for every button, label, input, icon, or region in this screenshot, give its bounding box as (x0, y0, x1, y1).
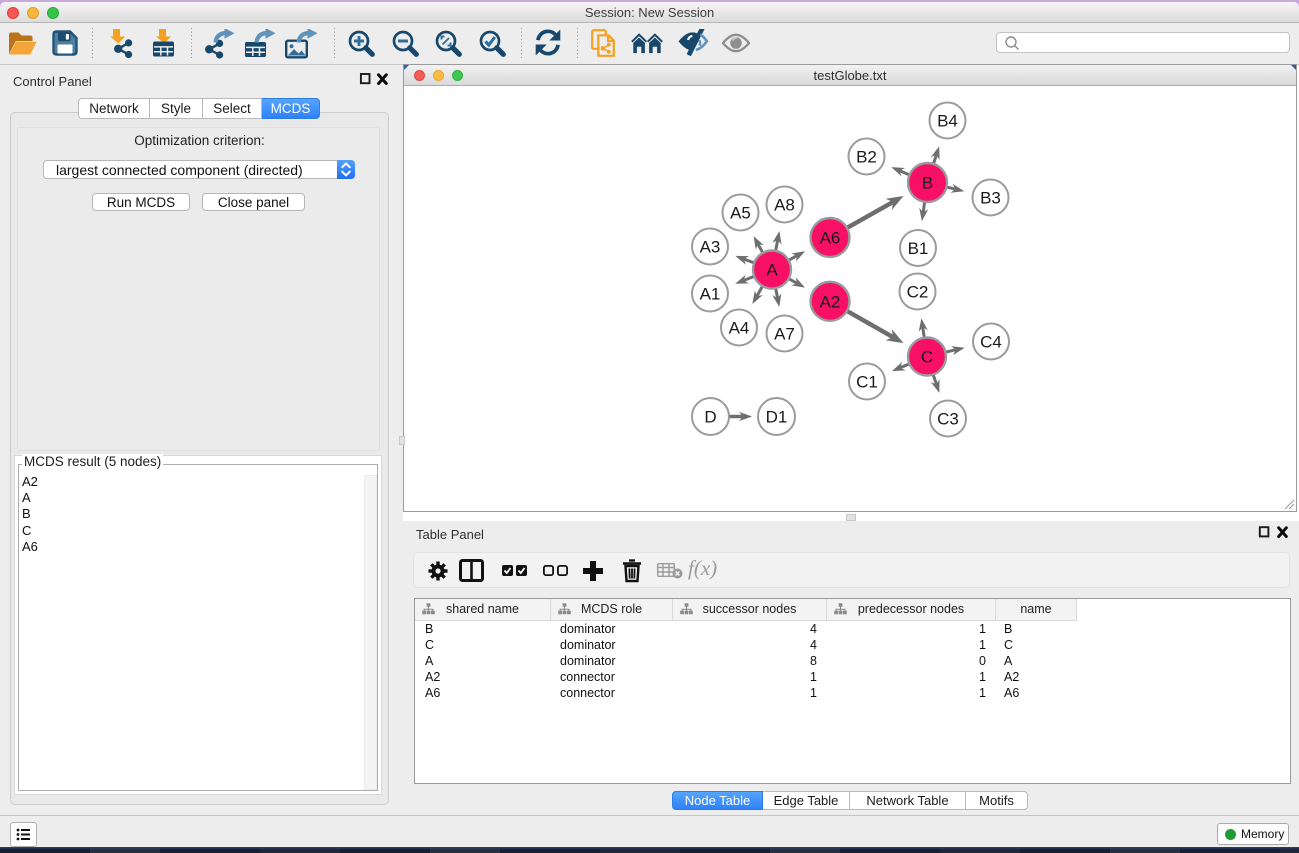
svg-text:B3: B3 (980, 189, 1001, 208)
svg-text:A3: A3 (700, 238, 721, 257)
svg-text:A8: A8 (774, 196, 795, 215)
svg-text:A2: A2 (820, 292, 841, 311)
svg-text:A: A (766, 261, 778, 280)
svg-text:C2: C2 (907, 283, 929, 302)
svg-text:A6: A6 (820, 229, 841, 248)
svg-text:C3: C3 (937, 410, 959, 429)
svg-text:C4: C4 (980, 333, 1002, 352)
svg-text:D1: D1 (766, 408, 788, 427)
svg-text:A1: A1 (700, 285, 721, 304)
svg-text:B1: B1 (908, 239, 929, 258)
svg-text:A7: A7 (774, 325, 795, 344)
svg-text:C: C (921, 348, 933, 367)
svg-text:C1: C1 (856, 373, 878, 392)
svg-text:B2: B2 (856, 148, 877, 167)
svg-text:B: B (922, 174, 933, 193)
svg-text:A4: A4 (729, 319, 750, 338)
svg-text:B4: B4 (937, 112, 958, 131)
svg-text:A5: A5 (730, 204, 751, 223)
svg-text:D: D (704, 408, 716, 427)
